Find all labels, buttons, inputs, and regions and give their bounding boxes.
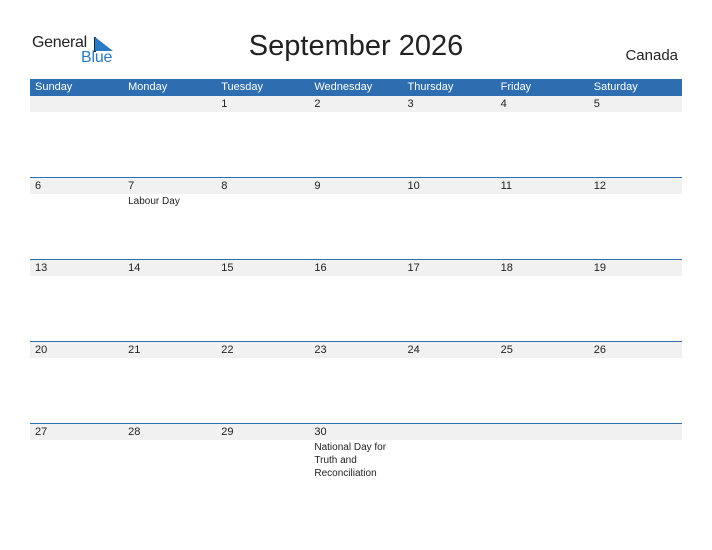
week-row: 20 21 22 23 24 25 26	[30, 341, 682, 423]
day-cell: 8	[216, 178, 309, 208]
day-cell: 21	[123, 342, 216, 358]
page-title: September 2026	[248, 30, 464, 62]
day-cell: 25	[496, 342, 589, 358]
day-number: 16	[314, 262, 327, 274]
day-number: 6	[35, 180, 42, 192]
day-number: 27	[35, 426, 48, 438]
day-cell: 16	[309, 260, 402, 276]
week-row: 1 2 3 4 5	[30, 96, 682, 177]
day-cell: 29	[216, 424, 309, 480]
day-cell: 11	[496, 178, 589, 208]
day-number	[35, 96, 123, 112]
day-cell: 14	[123, 260, 216, 276]
calendar-grid: Sunday Monday Tuesday Wednesday Thursday…	[30, 79, 682, 505]
day-number: 19	[593, 262, 606, 274]
day-cell: 28	[123, 424, 216, 480]
day-number	[594, 424, 682, 440]
day-number: 4	[500, 98, 507, 110]
day-cell: 10	[403, 178, 496, 208]
day-number: 12	[593, 180, 606, 192]
day-cells: 1 2 3 4 5	[30, 96, 682, 112]
day-cell: 20	[30, 342, 123, 358]
day-cell: 30 National Day for Truth and Reconciliat…	[309, 424, 402, 480]
day-cell	[589, 424, 682, 480]
week-row: 6 7 Labour Day 8 9 10 11 12	[30, 177, 682, 259]
day-cell: 17	[403, 260, 496, 276]
weeks-container: 1 2 3 4 5 6 7 Labour Day 8 9 10 11 12 13 14 15 16 17 18 19 2…	[30, 96, 682, 505]
day-number: 15	[221, 262, 234, 274]
day-cell: 12	[589, 178, 682, 208]
holiday-label: National Day for Truth and Reconciliatio…	[314, 442, 387, 479]
weekday-sunday: Sunday	[35, 81, 73, 93]
day-number: 2	[314, 98, 321, 110]
day-cell: 4	[496, 96, 589, 112]
day-number: 28	[128, 426, 141, 438]
day-cell: 9	[309, 178, 402, 208]
day-number: 11	[500, 180, 513, 192]
weekday-header: Sunday Monday Tuesday Wednesday Thursday…	[30, 79, 682, 96]
day-number: 18	[500, 262, 513, 274]
day-number: 10	[407, 180, 420, 192]
day-number: 14	[128, 262, 141, 274]
week-row: 27 28 29 30 National Day for Truth and Recon…	[30, 423, 682, 505]
day-number: 26	[593, 344, 606, 356]
day-cell: 6	[30, 178, 123, 208]
day-cell	[30, 96, 123, 112]
day-cells: 6 7 Labour Day 8 9 10 11 12	[30, 178, 682, 208]
day-number: 23	[314, 344, 327, 356]
holiday-label: Labour Day	[128, 196, 180, 207]
day-cells: 13 14 15 16 17 18 19	[30, 260, 682, 276]
day-cell: 27	[30, 424, 123, 480]
day-number: 22	[221, 344, 234, 356]
day-number: 13	[35, 262, 48, 274]
day-cell: 13	[30, 260, 123, 276]
day-cell: 7 Labour Day	[123, 178, 216, 208]
day-number: 8	[221, 180, 228, 192]
day-cell: 15	[216, 260, 309, 276]
day-number: 24	[407, 344, 420, 356]
day-number	[408, 424, 496, 440]
day-number: 17	[407, 262, 420, 274]
day-cells: 20 21 22 23 24 25 26	[30, 342, 682, 358]
day-number: 29	[221, 426, 234, 438]
day-cell: 19	[589, 260, 682, 276]
day-number	[128, 96, 216, 112]
day-cell: 24	[403, 342, 496, 358]
day-number: 25	[500, 344, 513, 356]
day-number: 1	[221, 98, 228, 110]
day-cell: 5	[589, 96, 682, 112]
day-cell: 3	[403, 96, 496, 112]
day-cell	[123, 96, 216, 112]
day-cells: 27 28 29 30 National Day for Truth and Recon…	[30, 424, 682, 480]
day-cell: 1	[216, 96, 309, 112]
day-cell	[403, 424, 496, 480]
country-label: Canada	[625, 47, 678, 64]
day-cell: 23	[309, 342, 402, 358]
day-cell: 26	[589, 342, 682, 358]
week-row: 13 14 15 16 17 18 19	[30, 259, 682, 341]
weekday-tuesday: Tuesday	[221, 81, 264, 93]
day-cell: 2	[309, 96, 402, 112]
day-number	[501, 424, 589, 440]
weekday-saturday: Saturday	[593, 81, 638, 93]
day-number: 21	[128, 344, 141, 356]
day-cell: 22	[216, 342, 309, 358]
day-number: 5	[593, 98, 600, 110]
weekday-thursday: Thursday	[407, 81, 454, 93]
weekday-friday: Friday	[500, 81, 532, 93]
weekday-monday: Monday	[128, 81, 168, 93]
day-number: 7	[128, 180, 135, 192]
day-number: 3	[407, 98, 414, 110]
day-cell	[496, 424, 589, 480]
weekday-wednesday: Wednesday	[314, 81, 373, 93]
day-cell: 18	[496, 260, 589, 276]
day-number: 30	[314, 426, 327, 438]
day-number: 20	[35, 344, 48, 356]
day-number: 9	[314, 180, 321, 192]
